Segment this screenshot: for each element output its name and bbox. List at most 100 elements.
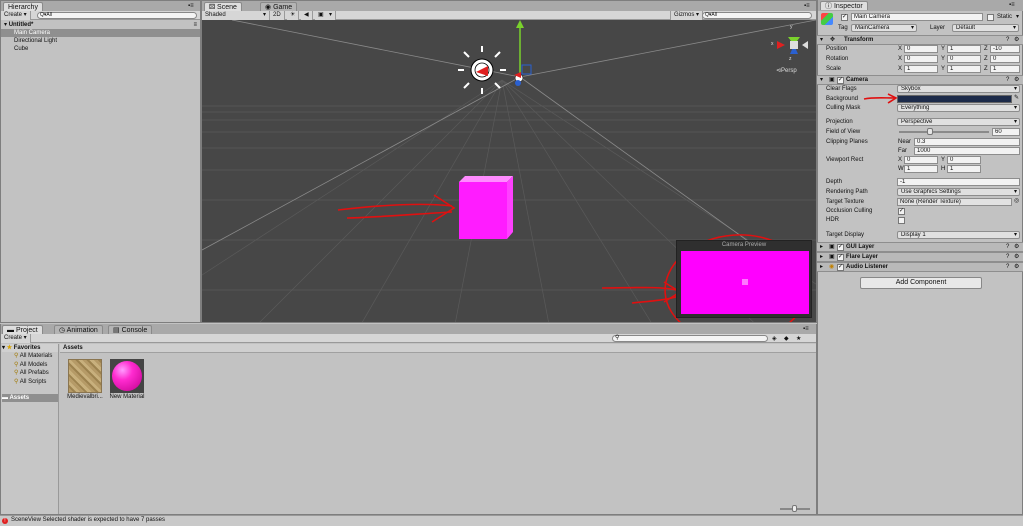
hierarchy-item-main-camera[interactable]: Main Camera [1, 29, 200, 37]
settings-gear-icon[interactable]: ⚙ [1014, 76, 1019, 84]
scene-root-row[interactable]: ▾ Untitled* ≡ [1, 21, 200, 29]
hierarchy-item-directional-light[interactable]: Directional Light [1, 37, 200, 45]
tab-scene[interactable]: ⚄ Scene [204, 2, 242, 11]
hierarchy-create-button[interactable]: Create ▾ [1, 11, 31, 20]
hierarchy-item-cube[interactable]: Cube [1, 45, 200, 53]
target-texture-field[interactable]: None (Render Texture) [897, 198, 1012, 206]
settings-gear-icon[interactable]: ⚙ [1014, 36, 1019, 44]
panel-menu-icon[interactable]: ▪≡ [804, 2, 810, 10]
tab-animation[interactable]: ◷ Animation [54, 325, 103, 334]
layer-dropdown[interactable]: Default [952, 24, 1019, 32]
lighting-toggle-icon[interactable]: ☀ [287, 11, 300, 20]
hierarchy-search-input[interactable]: Q▾All [37, 12, 197, 19]
filter-type-icon[interactable]: ◈ [772, 335, 777, 343]
flare-layer-checkbox[interactable]: ✓ [837, 254, 844, 261]
fov-field[interactable]: 60 [992, 128, 1020, 136]
cube-object[interactable] [459, 176, 513, 239]
tab-console[interactable]: ▤ Console [108, 325, 153, 334]
thumbnail-size-slider[interactable] [780, 505, 810, 512]
effects-dropdown-icon[interactable]: ▾ [326, 11, 337, 20]
clear-flags-dropdown[interactable]: Skybox [897, 85, 1020, 93]
rotation-x-field[interactable]: 0 [904, 55, 938, 63]
fov-slider-track[interactable] [899, 131, 989, 133]
tag-dropdown[interactable]: MainCamera [851, 24, 917, 32]
expand-arrow-icon[interactable]: ▸ [820, 243, 823, 251]
audio-toggle-icon[interactable]: ◀ [301, 11, 313, 20]
audio-listener-checkbox[interactable]: ✓ [837, 264, 844, 271]
settings-gear-icon[interactable]: ⚙ [1014, 263, 1019, 271]
tab-game[interactable]: ◉ Game [260, 2, 298, 11]
scale-y-field[interactable]: 1 [947, 65, 981, 73]
shading-mode-dropdown[interactable]: Shaded ▾ [202, 11, 270, 20]
help-icon[interactable]: ? [1006, 253, 1009, 261]
settings-gear-icon[interactable]: ⚙ [1014, 253, 1019, 261]
scale-z-field[interactable]: 1 [990, 65, 1020, 73]
favorites-row[interactable]: ▾ ★ Favorites [2, 344, 58, 352]
favorite-all-scripts[interactable]: ⚲ All Scripts [14, 378, 46, 386]
tab-hierarchy[interactable]: Hierarchy [3, 2, 43, 11]
favorite-all-prefabs[interactable]: ⚲ All Prefabs [14, 369, 49, 377]
camera-enabled-checkbox[interactable]: ✓ [837, 77, 844, 84]
scene-viewport[interactable]: y x z ⊲Persp Camera Preview [202, 20, 816, 322]
slider-thumb[interactable] [792, 505, 797, 512]
expand-arrow-icon[interactable]: ▾ [820, 76, 823, 84]
status-bar[interactable]: ! SceneView Selected shader is expected … [0, 515, 1023, 526]
far-field[interactable]: 1000 [914, 147, 1020, 155]
projection-dropdown[interactable]: Perspective [897, 118, 1020, 126]
depth-field[interactable]: -1 [897, 178, 1020, 186]
project-search-input[interactable]: ⚲ [612, 335, 768, 342]
position-z-field[interactable]: -10 [990, 45, 1020, 53]
tab-project[interactable]: ▬ Project [2, 325, 43, 334]
near-field[interactable]: 0.3 [914, 138, 1020, 146]
mode-2d-button[interactable]: 2D [270, 11, 285, 20]
viewport-h-field[interactable]: 1 [947, 165, 981, 173]
occlusion-culling-checkbox[interactable]: ✓ [898, 208, 905, 215]
favorite-all-models[interactable]: ⚲ All Models [14, 361, 47, 369]
viewport-w-field[interactable]: 1 [904, 165, 938, 173]
background-color-swatch[interactable] [897, 95, 1012, 103]
position-x-field[interactable]: 0 [904, 45, 938, 53]
object-active-checkbox[interactable]: ✓ [841, 14, 848, 21]
viewport-y-field[interactable]: 0 [947, 156, 981, 164]
persp-label[interactable]: ⊲Persp [776, 67, 797, 74]
expand-arrow-icon[interactable]: ▾ [820, 36, 823, 44]
add-component-button[interactable]: Add Component [860, 277, 982, 289]
eyedropper-icon[interactable]: ✎ [1014, 94, 1019, 102]
scale-x-field[interactable]: 1 [904, 65, 938, 73]
expand-arrow-icon[interactable]: ▸ [820, 263, 823, 271]
rotation-z-field[interactable]: 0 [990, 55, 1020, 63]
gui-layer-checkbox[interactable]: ✓ [837, 244, 844, 251]
position-y-field[interactable]: 1 [947, 45, 981, 53]
help-icon[interactable]: ? [1006, 76, 1009, 84]
target-display-dropdown[interactable]: Display 1 [897, 231, 1020, 239]
fov-slider-thumb[interactable] [927, 128, 933, 135]
scene-search-input[interactable]: Q▾All [702, 12, 812, 19]
panel-menu-icon[interactable]: ▪≡ [803, 325, 809, 333]
assets-folder-row[interactable]: ▬ Assets [2, 394, 58, 402]
static-checkbox[interactable] [987, 14, 994, 21]
settings-gear-icon[interactable]: ⚙ [1014, 243, 1019, 251]
project-create-button[interactable]: Create ▾ [1, 334, 31, 343]
asset-new-material-thumb[interactable] [110, 359, 144, 393]
help-icon[interactable]: ? [1006, 36, 1009, 44]
scene-menu-icon[interactable]: ≡ [193, 21, 197, 29]
gizmos-dropdown[interactable]: Gizmos ▾ [670, 11, 704, 20]
expand-arrow-icon[interactable]: ▸ [820, 253, 823, 261]
object-picker-icon[interactable]: ◎ [1014, 197, 1019, 205]
rendering-path-dropdown[interactable]: Use Graphics Settings [897, 188, 1020, 196]
favorite-star-icon[interactable]: ★ [796, 335, 801, 343]
hdr-checkbox[interactable] [898, 217, 905, 224]
object-name-field[interactable]: Main Camera [851, 13, 983, 21]
asset-medievalbricks-thumb[interactable] [68, 359, 102, 393]
rotation-y-field[interactable]: 0 [947, 55, 981, 63]
favorite-all-materials[interactable]: ⚲ All Materials [14, 352, 52, 360]
help-icon[interactable]: ? [1006, 263, 1009, 271]
panel-menu-icon[interactable]: ▪≡ [1009, 1, 1015, 9]
viewport-x-field[interactable]: 0 [904, 156, 938, 164]
orientation-gizmo[interactable] [777, 37, 808, 54]
help-icon[interactable]: ? [1006, 243, 1009, 251]
filter-label-icon[interactable]: ◆ [784, 335, 789, 343]
panel-menu-icon[interactable]: ▪≡ [188, 2, 194, 10]
static-dropdown-icon[interactable]: ▾ [1016, 13, 1019, 21]
tab-inspector[interactable]: ⓘ Inspector [820, 1, 868, 10]
